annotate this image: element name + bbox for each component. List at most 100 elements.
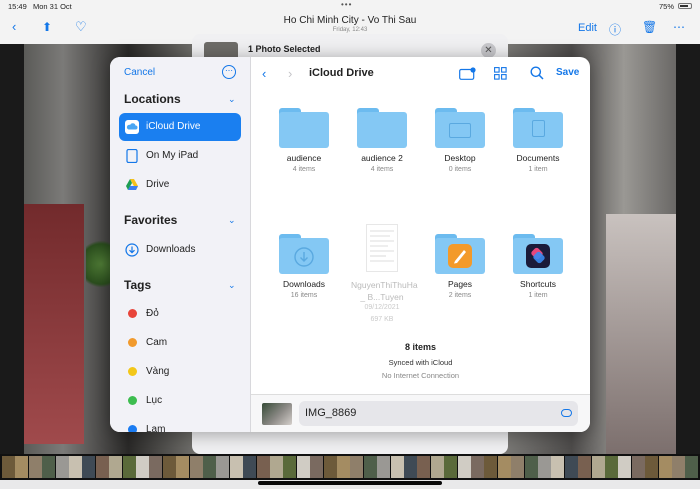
file-item-documents[interactable]: Documents 1 item [499,108,577,178]
file-meta: 09/12/2021 [364,304,400,311]
trash-icon[interactable]: 🗑 [642,20,657,34]
sidebar-item-icloud-drive[interactable]: iCloud Drive [119,113,241,141]
more-icon[interactable]: ⋯ [673,20,685,34]
strip-thumbnail[interactable] [672,456,685,478]
strip-thumbnail[interactable] [511,456,525,478]
strip-thumbnail[interactable] [444,456,458,478]
strip-thumbnail[interactable] [243,456,257,478]
strip-thumbnail[interactable] [605,456,618,478]
strip-thumbnail[interactable] [42,456,56,478]
strip-thumbnail[interactable] [55,456,69,478]
strip-thumbnail[interactable] [457,456,471,478]
filename-field[interactable]: IMG_8869 [299,401,578,426]
strip-thumbnail[interactable] [471,456,484,478]
strip-thumbnail[interactable] [203,456,216,478]
strip-thumbnail[interactable] [430,456,444,478]
sync-status: Synced with iCloud [388,358,453,367]
strip-thumbnail[interactable] [162,456,176,478]
strip-thumbnail[interactable] [363,456,377,478]
strip-thumbnail[interactable] [404,456,417,478]
strip-thumbnail[interactable] [337,456,350,478]
back-chevron-icon[interactable]: ‹ [262,66,266,81]
strip-thumbnail[interactable] [484,456,498,478]
strip-thumbnail[interactable] [564,456,578,478]
thumbnail-strip[interactable] [0,454,700,480]
strip-thumbnail[interactable] [109,456,123,478]
strip-thumbnail[interactable] [310,456,324,478]
strip-thumbnail[interactable] [28,456,42,478]
strip-thumbnail[interactable] [216,456,230,478]
file-name: Documents [516,153,560,163]
forward-chevron-icon[interactable]: › [288,66,292,81]
sidebar-item-downloads[interactable]: Downloads [119,236,241,264]
filename-text[interactable]: IMG_8869 [305,407,356,419]
file-item-downloads[interactable]: Downloads 16 items [265,234,343,304]
save-button[interactable]: Save [556,67,579,78]
strip-thumbnail[interactable] [377,456,391,478]
grid-view-icon[interactable] [494,67,507,80]
file-item-audience[interactable]: audience 4 items [265,108,343,178]
file-item-desktop[interactable]: Desktop 0 items [421,108,499,178]
strip-thumbnail[interactable] [149,456,163,478]
file-item-audience-2[interactable]: audience 2 4 items [343,108,421,178]
sidebar-tag-lam[interactable]: Lam [119,416,241,432]
new-folder-icon[interactable] [459,67,476,80]
strip-thumbnail[interactable] [685,456,699,478]
home-indicator[interactable] [258,481,442,485]
share-title: 1 Photo Selected [248,44,321,54]
strip-thumbnail[interactable] [69,456,82,478]
multitasking-dots[interactable]: ••• [341,0,352,9]
strip-thumbnail[interactable] [176,456,190,478]
strip-thumbnail[interactable] [658,456,672,478]
chevron-down-icon[interactable]: ⌄ [228,215,236,226]
cancel-button[interactable]: Cancel [124,67,155,78]
strip-thumbnail[interactable] [645,456,659,478]
strip-thumbnail[interactable] [618,456,632,478]
strip-thumbnail[interactable] [350,456,364,478]
strip-thumbnail[interactable] [2,456,15,478]
chevron-down-icon[interactable]: ⌄ [228,280,236,291]
more-options-icon[interactable]: ⋯ [222,65,236,79]
close-icon[interactable]: ✕ [481,43,496,58]
files-save-modal: Cancel ⋯ Locations ⌄ iCloud Drive On My … [110,57,590,432]
strip-thumbnail[interactable] [270,456,283,478]
strip-thumbnail[interactable] [283,456,297,478]
info-icon[interactable]: ⓘ [609,21,621,38]
strip-thumbnail[interactable] [578,456,592,478]
strip-thumbnail[interactable] [189,456,203,478]
strip-thumbnail[interactable] [136,456,149,478]
strip-thumbnail[interactable] [551,456,565,478]
sidebar-item-on-my-ipad[interactable]: On My iPad [119,142,241,170]
strip-thumbnail[interactable] [631,456,645,478]
documents-folder-icon [513,108,563,148]
strip-thumbnail[interactable] [229,456,243,478]
sidebar-tag-cam[interactable]: Cam [119,329,241,357]
strip-thumbnail[interactable] [256,456,270,478]
item-count: 8 items [404,342,437,352]
strip-thumbnail[interactable] [82,456,96,478]
file-item-shortcuts[interactable]: Shortcuts 1 item [499,234,577,304]
strip-thumbnail[interactable] [296,456,310,478]
strip-thumbnail[interactable] [15,456,29,478]
chevron-down-icon[interactable]: ⌄ [228,94,236,105]
sidebar-item-label: Drive [146,179,170,190]
sidebar-tag-vang[interactable]: Vàng [119,358,241,386]
file-item-pages[interactable]: Pages 2 items [421,234,499,304]
strip-thumbnail[interactable] [323,456,337,478]
download-circle-icon [125,243,139,257]
strip-thumbnail[interactable] [591,456,605,478]
sidebar-tag-luc[interactable]: Lục [119,387,241,415]
strip-thumbnail[interactable] [538,456,551,478]
sidebar-tag-do[interactable]: Đỏ [119,300,241,328]
strip-thumbnail[interactable] [95,456,109,478]
file-browser: ‹ › iCloud Drive Save audience 4 items a… [251,57,590,432]
strip-thumbnail[interactable] [390,456,404,478]
search-icon[interactable] [530,66,544,80]
strip-thumbnail[interactable] [497,456,511,478]
strip-thumbnail[interactable] [122,456,136,478]
sidebar-item-drive[interactable]: Drive [119,171,241,199]
edit-button[interactable]: Edit [578,22,597,34]
tag-toggle-icon[interactable] [561,409,572,417]
strip-thumbnail[interactable] [524,456,538,478]
strip-thumbnail[interactable] [417,456,431,478]
